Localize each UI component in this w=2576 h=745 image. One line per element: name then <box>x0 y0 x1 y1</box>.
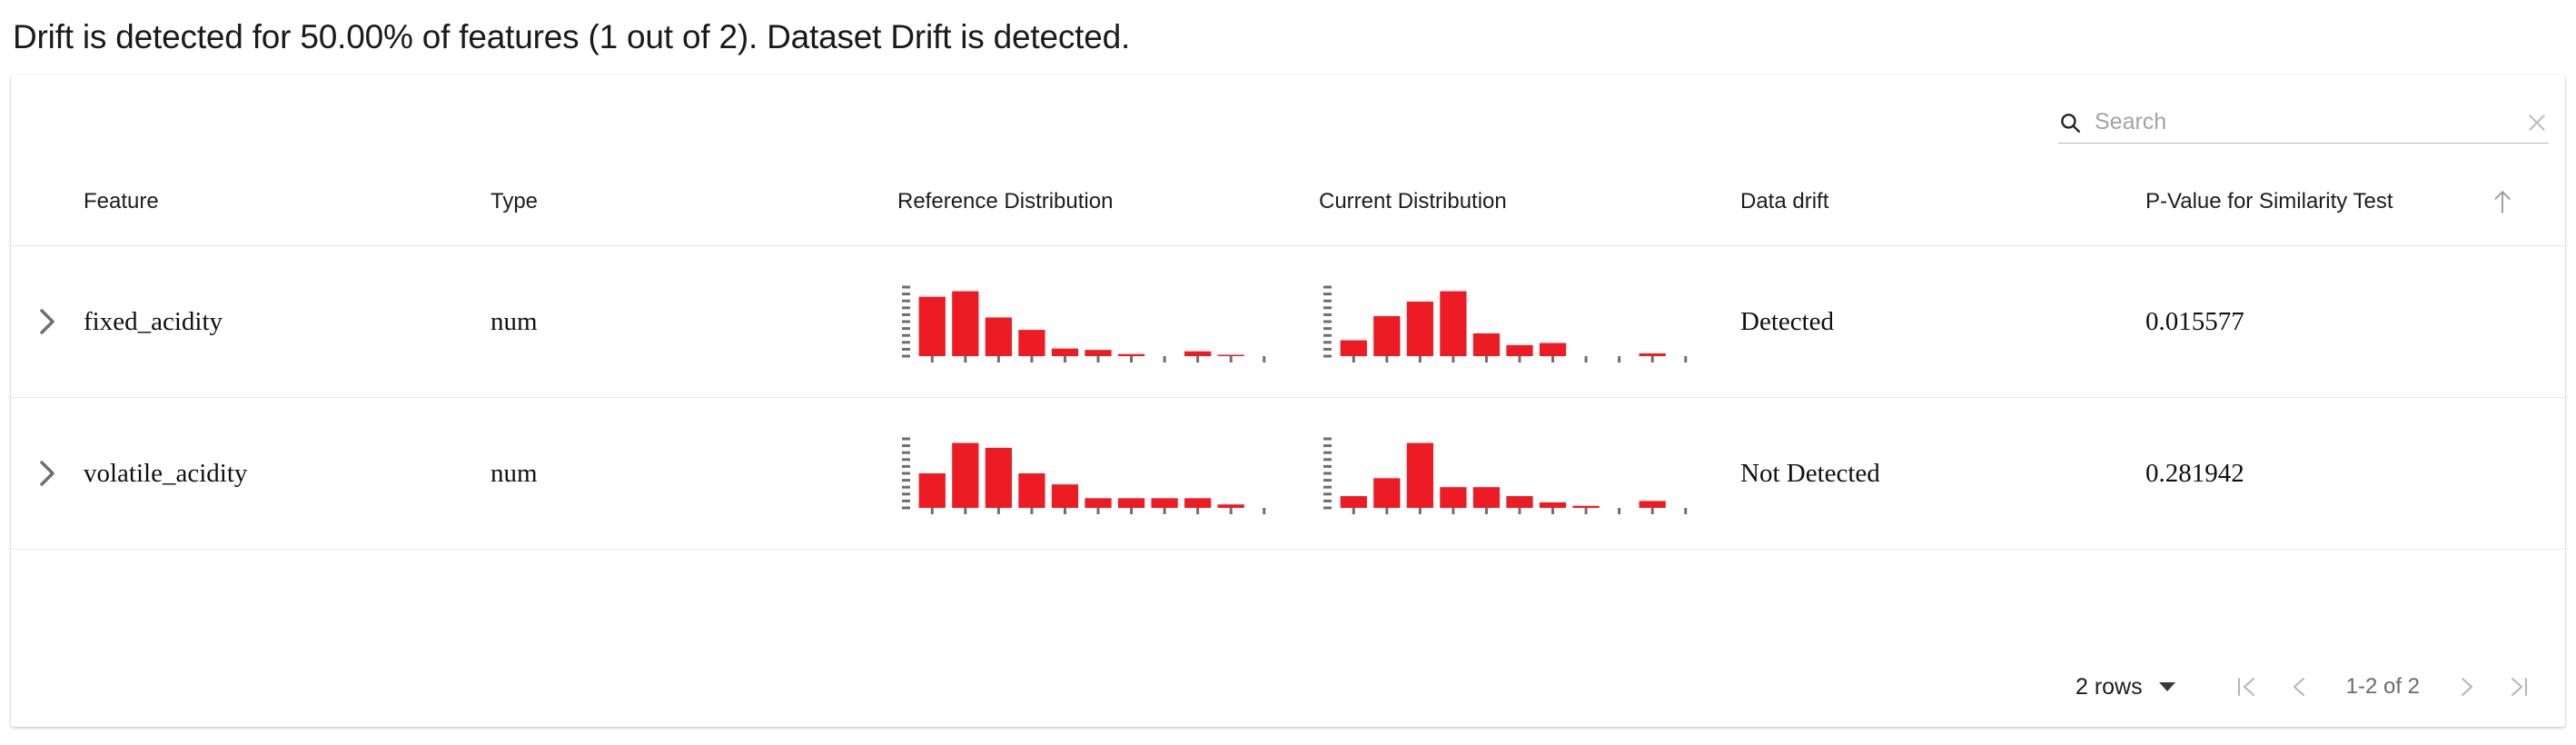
page-range-info: 1-2 of 2 <box>2345 674 2420 699</box>
table-toolbar <box>11 74 2565 158</box>
cell-pvalue: 0.281942 <box>2145 397 2565 550</box>
cell-current-distribution <box>1319 397 1740 550</box>
chevron-down-icon <box>2158 682 2175 691</box>
cell-pvalue: 0.015577 <box>2145 245 2565 398</box>
page-title: Drift is detected for 50.00% of features… <box>13 18 1131 55</box>
col-header-type-label: Type <box>490 188 539 214</box>
previous-page-button[interactable] <box>2274 661 2326 713</box>
drift-table-card: Feature Type Reference Distribution Curr… <box>11 74 2565 727</box>
first-page-button[interactable] <box>2221 661 2274 713</box>
col-header-data-drift[interactable]: Data drift <box>1740 158 2145 246</box>
current-distribution-histogram <box>1323 437 1688 514</box>
cell-feature: volatile_acidity <box>84 397 490 550</box>
col-header-reference-distribution[interactable]: Reference Distribution <box>897 158 1319 246</box>
cell-type: num <box>490 397 897 550</box>
expand-row-button[interactable] <box>24 298 71 345</box>
cell-reference-distribution <box>897 397 1319 550</box>
last-page-icon <box>2512 678 2527 696</box>
next-page-button[interactable] <box>2440 661 2492 713</box>
table-body: fixed_acidity num Detected 0.015577 vola… <box>11 245 2565 550</box>
chevron-right-icon <box>40 309 54 334</box>
chevron-right-icon <box>40 461 54 486</box>
arrow-up-icon[interactable] <box>2491 188 2514 215</box>
table-header: Feature Type Reference Distribution Curr… <box>11 158 2565 246</box>
col-header-pvalue[interactable]: P-Value for Similarity Test <box>2145 158 2565 246</box>
search-field[interactable] <box>2058 102 2549 144</box>
header-row: Feature Type Reference Distribution Curr… <box>11 158 2565 246</box>
col-header-reference-label: Reference Distribution <box>897 188 1114 214</box>
cell-type: num <box>490 245 897 398</box>
cell-expand <box>11 397 84 550</box>
cell-reference-distribution <box>897 245 1319 398</box>
reference-distribution-histogram <box>902 437 1266 514</box>
col-header-feature[interactable]: Feature <box>84 158 490 246</box>
col-header-current-distribution[interactable]: Current Distribution <box>1319 158 1740 246</box>
table-row[interactable]: fixed_acidity num Detected 0.015577 <box>11 245 2565 398</box>
rows-per-page-label: 2 rows <box>2075 673 2143 700</box>
cell-data-drift: Not Detected <box>1740 397 2145 550</box>
col-header-current-label: Current Distribution <box>1319 188 1507 214</box>
table-footer: 2 rows 1-2 of 2 <box>11 647 2565 727</box>
cell-data-drift: Detected <box>1740 245 2145 398</box>
drift-report-page: Drift is detected for 50.00% of features… <box>0 0 2576 745</box>
col-header-expand <box>11 158 84 246</box>
reference-distribution-histogram <box>902 285 1266 363</box>
chevron-left-icon <box>2293 678 2304 696</box>
col-header-data-drift-label: Data drift <box>1740 188 1829 214</box>
cell-feature: fixed_acidity <box>84 245 490 398</box>
cell-expand <box>11 245 84 398</box>
current-distribution-histogram <box>1323 285 1688 363</box>
rows-per-page-select[interactable]: 2 rows <box>2076 674 2175 700</box>
expand-row-button[interactable] <box>24 450 71 497</box>
close-icon[interactable] <box>2525 111 2549 134</box>
col-header-type[interactable]: Type <box>490 158 897 246</box>
first-page-icon <box>2237 678 2254 696</box>
chevron-right-icon <box>2462 678 2472 696</box>
last-page-button[interactable] <box>2492 661 2545 713</box>
drift-table: Feature Type Reference Distribution Curr… <box>11 158 2565 550</box>
table-row[interactable]: volatile_acidity num Not Detected 0.2819… <box>11 397 2565 550</box>
search-icon <box>2061 113 2080 133</box>
cell-current-distribution <box>1319 245 1740 398</box>
col-header-feature-label: Feature <box>84 188 159 214</box>
search-input[interactable] <box>2095 106 2514 138</box>
pagination-controls: 1-2 of 2 <box>2221 661 2545 713</box>
